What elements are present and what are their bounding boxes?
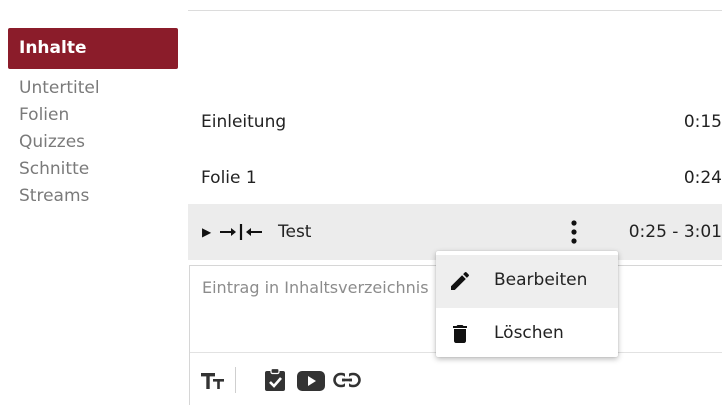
menu-item-loeschen[interactable]: Löschen <box>436 308 618 361</box>
sidebar-item-untertitel[interactable]: Untertitel <box>8 73 178 103</box>
top-divider <box>188 10 722 11</box>
text-format-icon[interactable] <box>200 371 226 391</box>
entry-input-placeholder[interactable]: Eintrag in Inhaltsverzeichnis <box>202 278 442 297</box>
menu-item-label: Bearbeiten <box>494 270 588 290</box>
sidebar-item-folien[interactable]: Folien <box>8 100 178 130</box>
toolbar-separator <box>235 367 236 393</box>
chapter-label: Einleitung <box>201 112 287 132</box>
chapter-label: Folie 1 <box>201 168 257 188</box>
kebab-menu-icon[interactable] <box>569 219 579 245</box>
youtube-icon[interactable] <box>297 371 325 391</box>
chapter-time: 0:15 <box>683 112 722 132</box>
sidebar-item-quizzes[interactable]: Quizzes <box>8 127 178 157</box>
sidebar: Inhalte Untertitel Folien Quizzes Schnit… <box>8 28 178 208</box>
menu-item-label: Löschen <box>494 323 564 343</box>
sidebar-item-streams[interactable]: Streams <box>8 181 178 211</box>
chapter-time: 0:24 <box>683 168 722 188</box>
pencil-icon <box>451 271 470 290</box>
trash-icon <box>453 325 467 343</box>
chapter-row[interactable]: Folie 1 0:24 <box>188 163 722 193</box>
quiz-clipboard-icon[interactable] <box>264 368 286 392</box>
menu-item-bearbeiten[interactable]: Bearbeiten <box>436 255 618 308</box>
context-menu: Bearbeiten Löschen <box>436 251 618 357</box>
expand-arrow-icon[interactable]: ▶ <box>202 204 211 260</box>
sidebar-item-inhalte[interactable]: Inhalte <box>8 28 178 69</box>
chapter-label: Test <box>278 222 312 242</box>
chapter-time-range: 0:25 - 3:01 <box>628 222 722 242</box>
cut-icon <box>220 224 262 240</box>
link-icon[interactable] <box>333 372 361 388</box>
chapter-row[interactable]: Einleitung 0:15 <box>188 107 722 137</box>
sidebar-item-schnitte[interactable]: Schnitte <box>8 154 178 184</box>
